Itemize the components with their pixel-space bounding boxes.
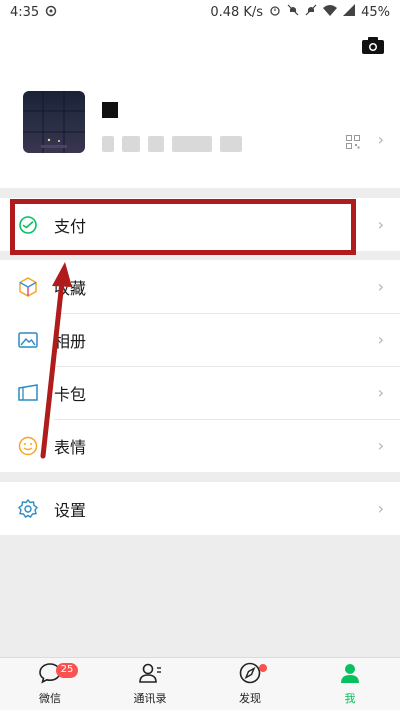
unread-badge: 25 [56,663,78,678]
tab-me[interactable]: 我 [300,658,400,710]
favorites-icon [18,276,38,297]
tab-label: 微信 [39,692,61,705]
chevron-right-icon: › [377,215,384,234]
chevron-right-icon: › [377,130,384,149]
tab-chats[interactable]: 25 微信 [0,658,100,710]
menu-item-label: 卡包 [54,384,87,404]
tab-label: 通讯录 [133,692,167,705]
notification-icon [45,5,57,20]
menu-item-label: 相册 [54,331,87,351]
menu-item-label: 设置 [54,500,87,520]
status-bar: 4:35 0.48 K/s 45% [0,0,400,24]
qr-code-icon[interactable] [346,134,360,149]
pay-icon [18,215,38,235]
menu-item-stickers[interactable]: 表情 › [0,419,400,472]
tab-contacts[interactable]: 通讯录 [100,658,200,710]
menu-item-favorites[interactable]: 收藏 › [0,260,400,313]
album-icon [18,330,38,350]
pay-section: 支付 › [0,198,400,251]
silent-icon [305,4,317,20]
network-speed: 0.48 K/s [210,4,264,20]
tab-discover[interactable]: 发现 [200,658,300,710]
wifi-icon [323,4,338,20]
card-package-icon [18,383,38,403]
status-time: 4:35 [10,4,40,20]
alarm-icon [269,4,281,20]
bottom-tab-bar: 25 微信 通讯录 发现 我 [0,657,400,710]
chevron-right-icon: › [377,383,384,402]
profile-name [102,102,118,118]
tab-label: 发现 [239,692,261,705]
menu-item-label: 表情 [54,437,87,457]
me-icon [338,662,362,688]
chevron-right-icon: › [377,277,384,296]
chevron-right-icon: › [377,499,384,518]
menu-item-card-package[interactable]: 卡包 › [0,366,400,419]
wechat-id-row [102,136,250,152]
camera-icon[interactable] [362,36,384,54]
signal-icon [343,4,356,20]
settings-icon [18,498,38,519]
chevron-right-icon: › [377,436,384,455]
avatar[interactable] [23,91,85,153]
menu-item-label: 支付 [54,216,87,236]
settings-section: 设置 › [0,482,400,535]
menu-item-label: 收藏 [54,278,87,298]
menu-item-pay[interactable]: 支付 › [0,198,400,251]
chevron-right-icon: › [377,330,384,349]
profile-header[interactable]: › [0,24,400,188]
sticker-icon [18,436,38,456]
collection-section: 收藏 › 相册 › 卡包 › 表情 › [0,260,400,472]
mute-icon [287,4,299,20]
tab-label: 我 [344,692,356,705]
menu-item-settings[interactable]: 设置 › [0,482,400,535]
menu-item-album[interactable]: 相册 › [0,313,400,366]
contacts-icon [138,662,162,688]
battery-level: 45% [361,4,390,20]
new-activity-dot [259,664,267,672]
